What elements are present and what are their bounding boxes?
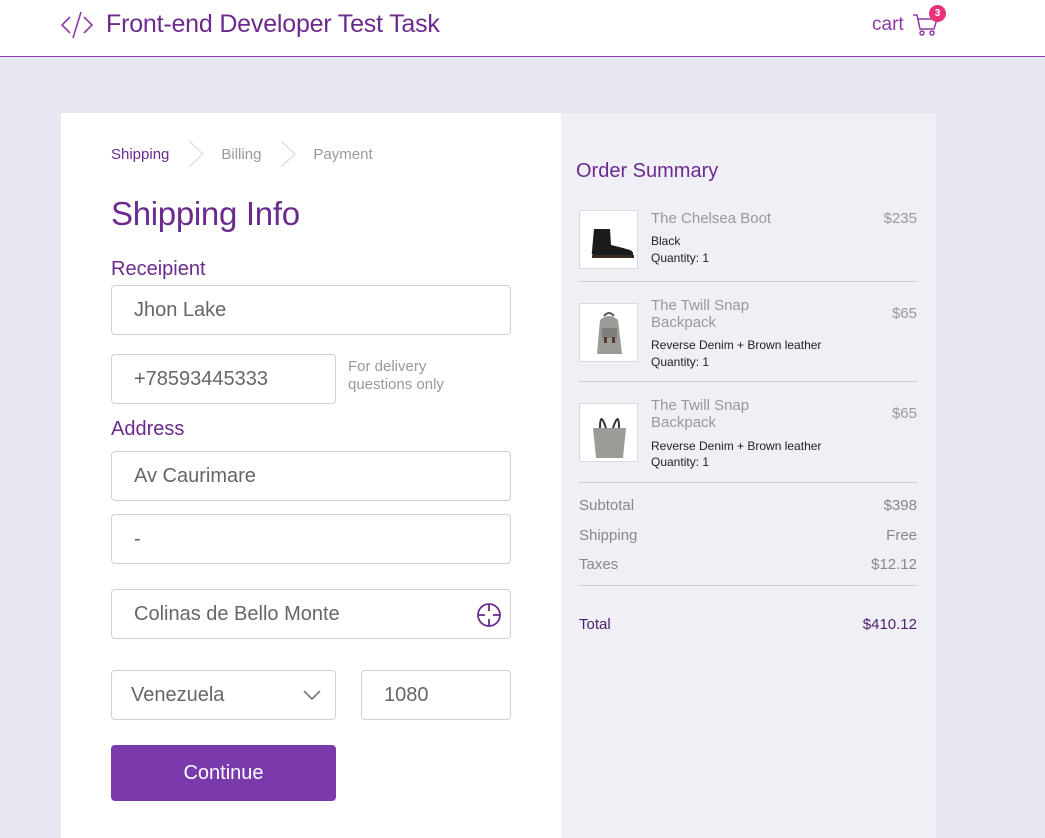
- item-price: $65: [891, 405, 917, 422]
- locate-icon[interactable]: [476, 602, 502, 628]
- country-value: Venezuela: [131, 683, 225, 706]
- item-price: $235: [883, 210, 917, 227]
- continue-button[interactable]: Continue: [111, 745, 336, 801]
- item-quantity: Quantity: 1: [651, 355, 710, 369]
- divider: [579, 381, 917, 382]
- shipping-row: Shipping Free: [579, 527, 917, 544]
- step-billing[interactable]: Billing: [221, 146, 261, 163]
- subtotal-value: $398: [883, 497, 917, 514]
- total-row: Total $410.12: [579, 616, 917, 633]
- item-variant: Reverse Denim + Brown leather: [651, 439, 822, 453]
- shipping-value: Free: [886, 527, 917, 544]
- taxes-value: $12.12: [871, 556, 917, 573]
- city-value: Colinas de Bello Monte: [134, 602, 340, 625]
- chevron-right-icon: [281, 140, 297, 168]
- cart-count-badge: 3: [929, 5, 946, 22]
- item-name: The Chelsea Boot: [651, 210, 772, 227]
- zip-input[interactable]: 1080: [361, 670, 511, 720]
- divider: [579, 482, 917, 483]
- top-bar: Front-end Developer Test Task cart 3: [0, 0, 1045, 57]
- street2-input[interactable]: -: [111, 514, 511, 564]
- checkout-steps: Shipping Billing Payment: [111, 140, 373, 168]
- subtotal-row: Subtotal $398: [579, 497, 917, 514]
- boot-icon: [579, 210, 638, 269]
- cart-label: cart: [872, 14, 904, 35]
- order-summary-card: Order Summary The Chelsea Boot $235 Blac…: [561, 113, 936, 838]
- address-label: Address: [111, 418, 185, 440]
- street-value: Av Caurimare: [134, 464, 256, 487]
- street-input[interactable]: Av Caurimare: [111, 451, 511, 501]
- taxes-row: Taxes $12.12: [579, 556, 917, 573]
- order-item: The Twill Snap Backpack $65 Reverse Deni…: [579, 397, 917, 469]
- shipping-form-card: Shipping Billing Payment Shipping Info R…: [61, 113, 561, 838]
- chevron-right-icon: [188, 140, 205, 168]
- subtotal-label: Subtotal: [579, 497, 635, 514]
- order-item: The Chelsea Boot $235 Black Quantity: 1: [579, 210, 917, 270]
- cart-button[interactable]: cart: [872, 12, 938, 38]
- taxes-label: Taxes: [579, 556, 619, 573]
- total-label: Total: [579, 616, 611, 633]
- order-summary-title: Order Summary: [576, 160, 719, 182]
- page-title: Shipping Info: [111, 195, 300, 232]
- recipient-name-value: Jhon Lake: [134, 298, 227, 321]
- phone-hint: For delivery questions only: [348, 358, 444, 393]
- item-name: The Twill Snap Backpack: [651, 397, 750, 431]
- zip-value: 1080: [384, 683, 429, 706]
- shipping-label: Shipping: [579, 527, 638, 544]
- item-variant: Black: [651, 234, 681, 248]
- tote-bag-icon: [579, 403, 638, 462]
- phone-value: +78593445333: [134, 367, 269, 390]
- recipient-name-input[interactable]: Jhon Lake: [111, 285, 511, 335]
- order-item: The Twill Snap Backpack $65 Reverse Deni…: [579, 297, 917, 369]
- street2-value: -: [134, 527, 141, 550]
- step-shipping[interactable]: Shipping: [111, 146, 169, 163]
- divider: [579, 585, 917, 586]
- step-payment[interactable]: Payment: [313, 146, 372, 163]
- backpack-icon: [579, 303, 638, 362]
- chevron-down-icon: [303, 690, 321, 701]
- total-value: $410.12: [862, 616, 917, 633]
- app-title: Front-end Developer Test Task: [106, 10, 440, 38]
- phone-input[interactable]: +78593445333: [111, 354, 336, 404]
- recipient-label: Receipient: [111, 258, 206, 280]
- item-quantity: Quantity: 1: [651, 251, 710, 265]
- item-price: $65: [891, 305, 917, 322]
- item-variant: Reverse Denim + Brown leather: [651, 338, 822, 352]
- code-brackets-icon: [60, 11, 94, 39]
- item-quantity: Quantity: 1: [651, 455, 710, 469]
- item-name: The Twill Snap Backpack: [651, 297, 750, 331]
- country-select[interactable]: Venezuela: [111, 670, 336, 720]
- city-input[interactable]: Colinas de Bello Monte: [111, 589, 511, 639]
- divider: [579, 281, 917, 282]
